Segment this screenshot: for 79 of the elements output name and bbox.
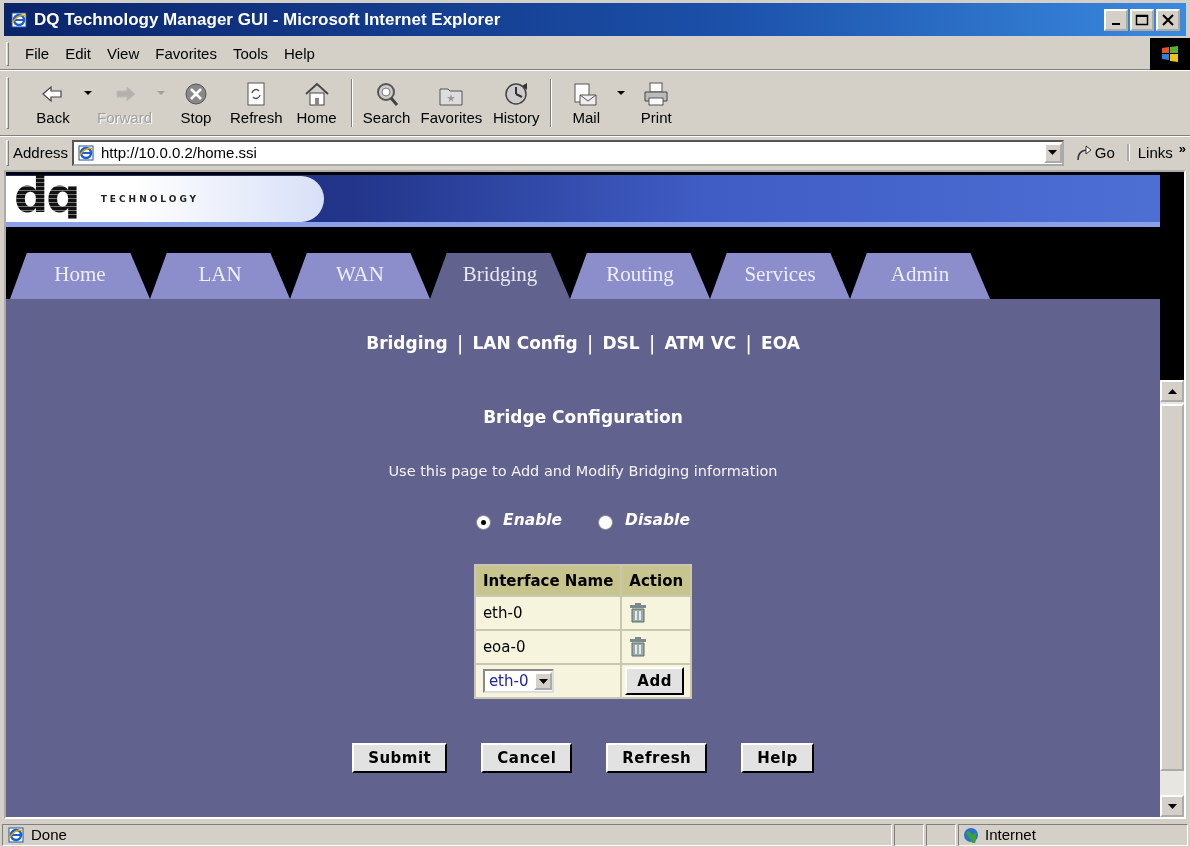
windows-flag-icon [1160,44,1180,63]
separator: | [586,331,594,355]
stop-icon [182,80,210,107]
subnav-link[interactable]: LAN Config [472,333,578,353]
separator: | [745,331,753,355]
scroll-thumb[interactable] [1160,404,1184,771]
subnav-link[interactable]: ATM VC [664,333,737,353]
table-cell: eth-0 [474,596,622,630]
toolbar-button[interactable]: Search [356,78,417,128]
radio-label: Enable [503,510,563,529]
radio-option[interactable]: Enable [476,509,563,530]
chevron-icon[interactable]: » [1178,141,1186,156]
subnav-link[interactable]: DSL [602,333,640,353]
printer-icon [642,80,671,107]
minimize-button[interactable] [1104,8,1128,31]
dropdown-arrow-icon [538,678,548,684]
trash-can-icon [629,603,648,623]
curved-arrow-icon [1075,144,1092,161]
vertical-scrollbar[interactable] [1160,380,1184,817]
links-button[interactable]: Links [1126,144,1175,161]
separator: | [456,331,464,355]
subnav-link[interactable]: Bridging [366,333,448,353]
toolbar-button[interactable]: Home [286,78,347,128]
dropdown-arrow-icon [1048,150,1058,155]
menu-item[interactable]: View [99,42,148,65]
browser-icon [10,10,28,29]
menu-item[interactable]: Tools [224,42,276,65]
maximize-button[interactable] [1130,8,1154,31]
form-button[interactable]: Submit [352,743,448,773]
dropdown-button[interactable] [1043,142,1062,163]
globe-icon [963,826,979,843]
add-button[interactable]: Add [625,667,684,695]
interface-select[interactable]: eth-0 [482,669,555,693]
menu-item[interactable]: Help [276,42,323,65]
logo-text: TECHNOLOGY [100,193,200,204]
scroll-down-button[interactable] [1160,795,1184,817]
status-panel [926,823,956,846]
menu-item[interactable]: File [17,42,58,65]
page-heading: Bridge Configuration [483,407,683,427]
toolbar-button[interactable]: Stop [166,78,226,128]
toolbar-button[interactable]: Refresh [226,78,287,128]
toolbar-button[interactable]: History [486,78,547,128]
menu-item[interactable]: Favorites [147,42,225,65]
address-label: Address [13,144,69,161]
close-button[interactable] [1156,8,1180,31]
page-icon [7,825,25,844]
form-button[interactable]: Refresh [606,743,708,773]
up-arrow-icon [1167,388,1177,394]
form-button[interactable]: Cancel [481,743,573,773]
table-cell: eoa-0 [474,630,622,664]
down-arrow-icon [1167,803,1177,809]
toolbar-button[interactable]: Print [626,78,687,128]
page-icon [77,143,96,162]
separator: | [648,331,656,355]
radio-button[interactable] [476,515,492,530]
close-icon [1161,13,1175,26]
column-header: Action [621,565,692,596]
page-description: Use this page to Add and Modify Bridging information [388,463,778,479]
form-button[interactable]: Help [741,743,814,773]
radio-option[interactable]: Disable [598,509,690,530]
nav-tab[interactable]: Bridging [430,253,570,299]
radio-label: Disable [625,510,690,529]
zone-text: Internet [985,826,1036,843]
window-title: DQ Technology Manager GUI - Microsoft Internet Explorer [34,9,502,30]
back-button[interactable]: Back [23,78,83,128]
subnav-link[interactable]: EOA [761,333,800,353]
status-panel [894,823,924,846]
maximize-icon [1135,13,1149,26]
address-field[interactable]: http://10.0.0.2/home.ssi [72,139,1064,166]
menu-item[interactable]: Edit [57,42,100,65]
go-button[interactable]: Go [1067,144,1123,161]
trash-can-icon [629,637,648,657]
column-header: Interface Name [474,565,622,596]
toolbar-button[interactable]: Favorites [416,78,487,128]
scroll-up-button[interactable] [1160,380,1184,402]
status-text: Done [31,826,67,843]
minimize-icon [1112,22,1120,25]
radio-button[interactable] [598,515,614,530]
toolbar-button[interactable]: Mail [556,78,617,128]
